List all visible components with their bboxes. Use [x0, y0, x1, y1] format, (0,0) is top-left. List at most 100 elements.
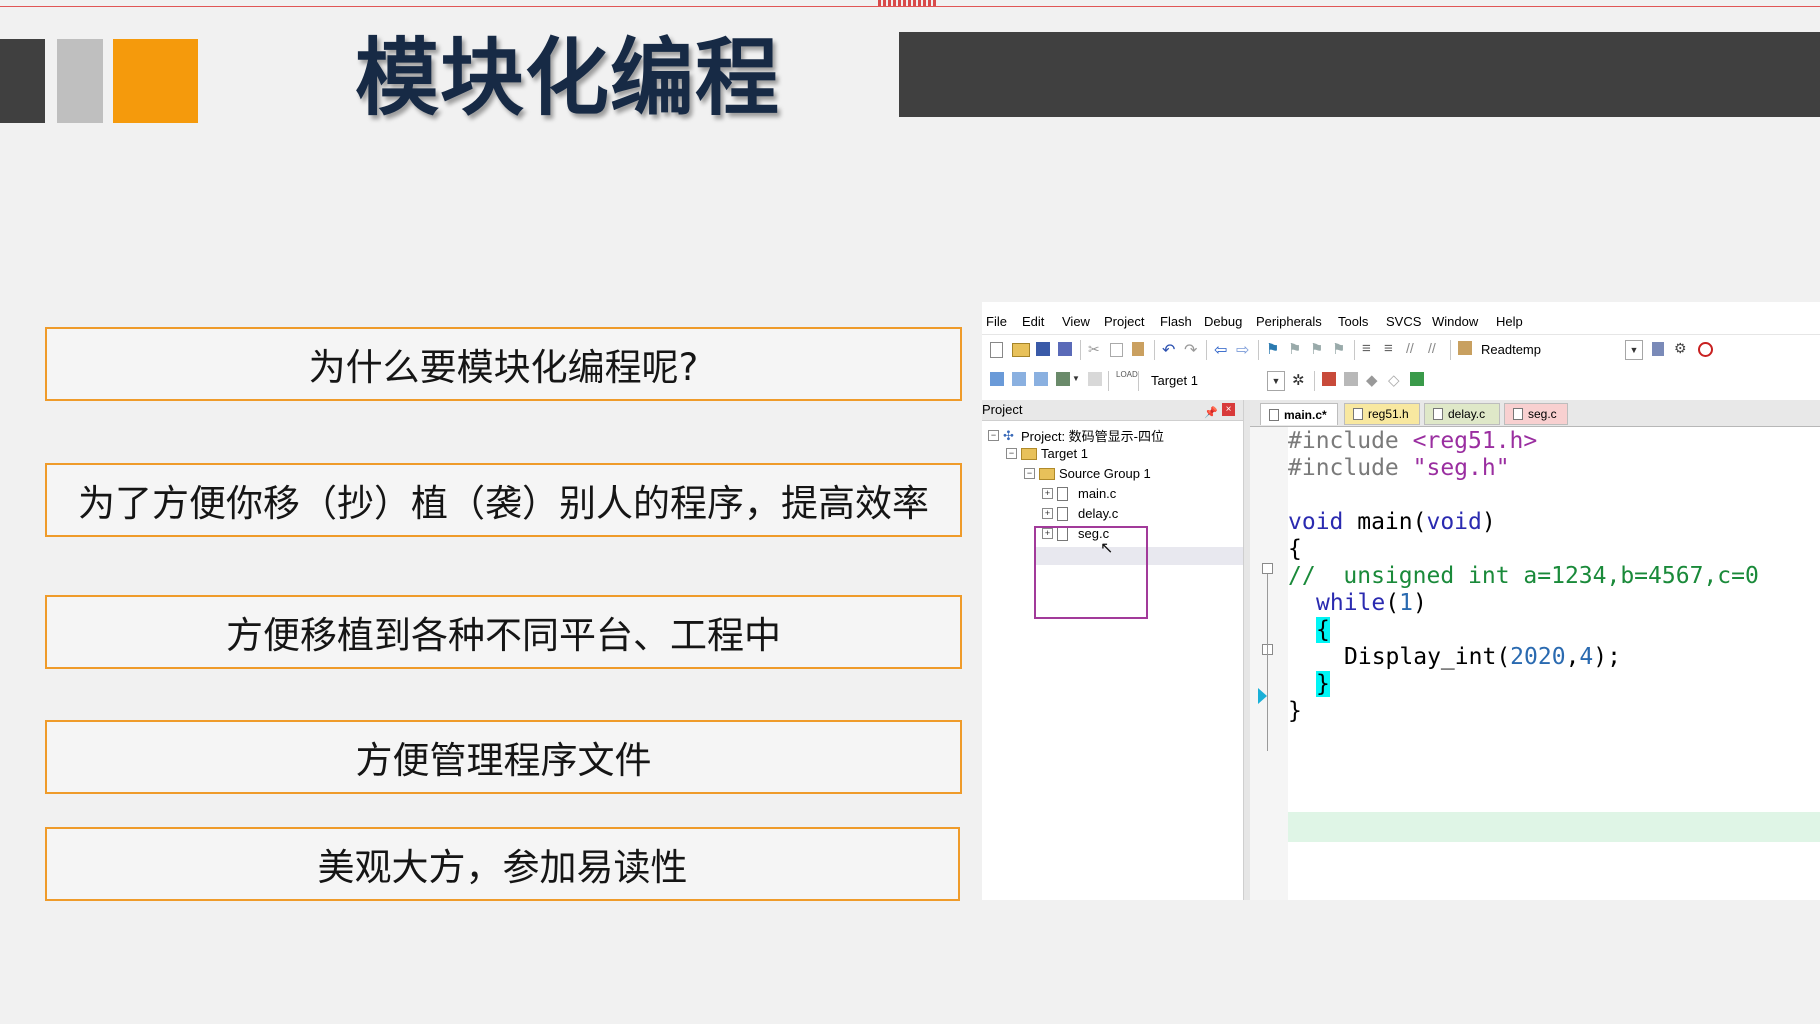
rebuild-icon[interactable]	[1034, 372, 1048, 386]
tab-seg[interactable]: seg.c	[1504, 403, 1568, 425]
point-readable: 美观大方，参加易读性	[45, 827, 960, 901]
manage-project-icon[interactable]	[1322, 372, 1336, 386]
project-panel: Project 📌 × − ✣ Project: 数码管显示-四位 − Targ…	[982, 400, 1243, 900]
select-packs-icon[interactable]	[1344, 372, 1358, 386]
unindent-icon[interactable]: ≡	[1384, 340, 1400, 357]
project-panel-title: Project	[982, 402, 1023, 417]
expand-icon[interactable]: +	[1042, 508, 1053, 519]
tab-delay[interactable]: delay.c	[1424, 403, 1500, 425]
fold-main-icon[interactable]	[1262, 563, 1273, 574]
point-why: 为什么要模块化编程呢?	[45, 327, 962, 401]
top-rule	[0, 6, 1820, 7]
collapse-icon[interactable]: −	[1006, 448, 1017, 459]
close-icon[interactable]: ×	[1222, 403, 1235, 416]
menu-view[interactable]: View	[1062, 314, 1090, 329]
decor-square-orange	[113, 39, 198, 123]
pin-icon[interactable]: 📌	[1204, 403, 1218, 423]
nav-forward-icon[interactable]: ⇨	[1236, 340, 1252, 359]
config-icon[interactable]: ⚙	[1674, 340, 1690, 356]
menu-debug[interactable]: Debug	[1204, 314, 1242, 329]
copy-icon[interactable]	[1110, 343, 1123, 357]
code-line-10: }	[1316, 671, 1330, 697]
comment-icon[interactable]: //	[1406, 340, 1422, 356]
point-reuse: 为了方便你移（抄）植（袭）别人的程序，提高效率	[45, 463, 962, 537]
project-icon: ✣	[1003, 427, 1014, 443]
manage-env-icon[interactable]: ◆	[1366, 371, 1382, 389]
tree-file-delay[interactable]: + delay.c	[1042, 506, 1118, 521]
menu-svcs[interactable]: SVCS	[1386, 314, 1421, 329]
open-folder-icon[interactable]	[1012, 343, 1030, 357]
redo-icon[interactable]: ↷	[1184, 340, 1200, 359]
target-folder-icon	[1021, 447, 1037, 460]
bookmark-clear-icon[interactable]: ⚑	[1332, 340, 1348, 358]
code-line-8: {	[1316, 617, 1330, 643]
find-combo-dropdown-icon[interactable]: ▼	[1625, 340, 1643, 360]
new-file-icon[interactable]	[990, 342, 1003, 358]
download-icon[interactable]: LOAD	[1116, 371, 1138, 387]
paste-icon[interactable]	[1132, 342, 1144, 356]
batch-dropdown-icon[interactable]: ▼	[1072, 374, 1088, 390]
point-manage: 方便管理程序文件	[45, 720, 962, 794]
editor-tabs: main.c* reg51.h delay.c seg.c	[1250, 400, 1820, 427]
target-combo[interactable]: Target 1 ▼	[1146, 370, 1286, 391]
point-portable: 方便移植到各种不同平台、工程中	[45, 595, 962, 669]
run-time-env-icon[interactable]	[1410, 372, 1424, 386]
save-all-icon[interactable]	[1058, 342, 1072, 356]
code-line-5: {	[1288, 536, 1302, 562]
tab-reg51[interactable]: reg51.h	[1344, 403, 1420, 425]
target-combo-dropdown-icon[interactable]: ▼	[1267, 371, 1285, 391]
tree-target[interactable]: − Target 1	[1006, 446, 1088, 461]
nav-back-icon[interactable]: ⇦	[1214, 340, 1230, 359]
collapse-icon[interactable]: −	[1024, 468, 1035, 479]
tree-project[interactable]: − ✣ Project: 数码管显示-四位	[988, 426, 1164, 445]
code-line-7: while(1)	[1316, 590, 1427, 616]
menu-flash[interactable]: Flash	[1160, 314, 1192, 329]
bookmark-icon[interactable]: ⚑	[1266, 340, 1282, 358]
menu-peripherals[interactable]: Peripherals	[1256, 314, 1322, 329]
bookmark-next-icon[interactable]: ⚑	[1310, 340, 1326, 358]
translate-icon[interactable]	[990, 372, 1004, 386]
expand-icon[interactable]: +	[1042, 488, 1053, 499]
toolbar-file: ✂ ↶ ↷ ⇦ ⇨ ⚑ ⚑ ⚑ ⚑ ≡ ≡ // // Readtemp ▼ ⚙	[982, 334, 1820, 365]
uncomment-icon[interactable]: //	[1428, 340, 1444, 356]
header-bar	[899, 32, 1820, 117]
menu-window[interactable]: Window	[1432, 314, 1478, 329]
ide-window: File Edit View Project Flash Debug Perip…	[982, 302, 1820, 900]
editor-gutter[interactable]	[1250, 427, 1288, 900]
current-line-highlight	[1288, 812, 1820, 842]
menu-project[interactable]: Project	[1104, 314, 1144, 329]
tree-source-group[interactable]: − Source Group 1	[1024, 466, 1151, 481]
find-icon[interactable]	[1652, 342, 1664, 356]
file-icon	[1433, 408, 1443, 420]
menu-tools[interactable]: Tools	[1338, 314, 1368, 329]
find-in-files-icon[interactable]	[1458, 341, 1472, 355]
debug-session-icon[interactable]	[1698, 342, 1713, 357]
code-editor[interactable]: #include <reg51.h> #include "seg.h" void…	[1288, 427, 1820, 900]
cut-icon[interactable]: ✂	[1088, 341, 1104, 357]
bookmark-prev-icon[interactable]: ⚑	[1288, 340, 1304, 358]
undo-icon[interactable]: ↶	[1162, 340, 1178, 359]
batch-build-icon[interactable]	[1056, 372, 1070, 386]
target-options-icon[interactable]: ✲	[1292, 371, 1308, 389]
code-line-11: }	[1288, 698, 1302, 724]
tree-file-main[interactable]: + main.c	[1042, 486, 1116, 501]
menu-edit[interactable]: Edit	[1022, 314, 1044, 329]
file-selection-box	[1034, 526, 1148, 619]
code-line-9: Display_int(2020,4);	[1344, 644, 1621, 670]
code-line-4: void main(void)	[1288, 509, 1496, 535]
pack-installer-icon[interactable]: ◇	[1388, 371, 1404, 389]
execution-arrow-icon	[1258, 688, 1267, 704]
save-icon[interactable]	[1036, 342, 1050, 356]
find-combo[interactable]: Readtemp ▼	[1476, 339, 1644, 360]
menu-file[interactable]: File	[986, 314, 1007, 329]
menu-help[interactable]: Help	[1496, 314, 1523, 329]
tab-main[interactable]: main.c*	[1260, 403, 1338, 425]
indent-icon[interactable]: ≡	[1362, 340, 1378, 357]
collapse-icon[interactable]: −	[988, 430, 999, 441]
file-icon	[1057, 506, 1068, 521]
toolbar-build: ▼ LOAD Target 1 ▼ ✲ ◆ ◇	[982, 366, 1820, 396]
build-icon[interactable]	[1012, 372, 1026, 386]
stop-build-icon[interactable]	[1088, 372, 1102, 386]
decor-square-gray	[57, 39, 103, 123]
code-line-6: // unsigned int a=1234,b=4567,c=0	[1288, 563, 1759, 589]
